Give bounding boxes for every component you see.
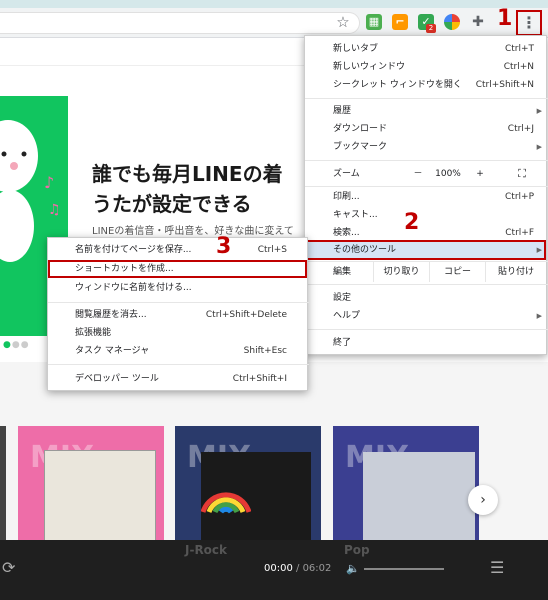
paste-button[interactable]: 貼り付け bbox=[485, 262, 546, 282]
menu-item-history[interactable]: 履歴 ▶ bbox=[305, 102, 548, 120]
banner-subtext: LINEの着信音・呼出音を、好きな曲に変えて bbox=[92, 226, 294, 237]
fullscreen-icon[interactable]: ⛶ bbox=[511, 164, 533, 184]
puzzle-icon[interactable]: ✚ bbox=[470, 14, 486, 30]
vertical-dots-icon[interactable]: ⋮ bbox=[516, 10, 542, 36]
submenu-item-developer-tools[interactable]: デベロッパー ツール Ctrl+Shift+I bbox=[48, 370, 309, 388]
submenu-item-name-window[interactable]: ウィンドウに名前を付ける... bbox=[48, 279, 309, 297]
extension-icon-1[interactable]: ▦ bbox=[366, 14, 382, 30]
banner-headline-2: うたが設定できる bbox=[92, 192, 252, 216]
submenu-item-save-page[interactable]: 名前を付けてページを保存... Ctrl+S bbox=[48, 241, 309, 259]
cut-button[interactable]: 切り取り bbox=[373, 262, 429, 282]
edit-row: 編集 切り取り コピー 貼り付け bbox=[305, 262, 548, 282]
time-total: / 06:02 bbox=[296, 563, 332, 574]
playlist-card-2[interactable]: MIX bbox=[175, 426, 321, 542]
svg-text:♪: ♪ bbox=[44, 173, 54, 192]
submenu-item-extensions[interactable]: 拡張機能 bbox=[48, 324, 309, 342]
menu-item-settings[interactable]: 設定 bbox=[305, 289, 548, 307]
extension-badge: 2 bbox=[426, 24, 436, 33]
step-label-2: 2 bbox=[404, 210, 420, 235]
window-top-strip bbox=[0, 0, 548, 8]
volume-slider[interactable] bbox=[364, 568, 444, 570]
menu-item-help[interactable]: ヘルプ ▶ bbox=[305, 307, 548, 325]
zoom-out-button[interactable]: － bbox=[403, 164, 433, 184]
playlist-card-3[interactable]: MIX bbox=[333, 426, 479, 542]
page-header-strip bbox=[0, 38, 304, 66]
menu-item-incognito[interactable]: シークレット ウィンドウを開く Ctrl+Shift+N bbox=[305, 76, 548, 94]
album-art bbox=[201, 452, 311, 542]
chevron-right-icon[interactable]: › bbox=[468, 485, 498, 515]
repeat-icon[interactable]: ⟳ bbox=[2, 558, 15, 577]
extension-icon-4[interactable] bbox=[444, 14, 460, 30]
album-art bbox=[44, 450, 156, 542]
edit-label: 編集 bbox=[333, 267, 352, 277]
album-art bbox=[363, 452, 475, 542]
menu-item-more-tools[interactable]: その他のツール ▶ bbox=[305, 241, 548, 259]
submenu-item-clear-browsing-data[interactable]: 閲覧履歴を消去... Ctrl+Shift+Delete bbox=[48, 306, 309, 324]
carousel-dots[interactable]: ●●● bbox=[3, 340, 30, 350]
extension-icon-2[interactable]: ⌐ bbox=[392, 14, 408, 30]
address-bar[interactable] bbox=[0, 12, 360, 34]
chrome-main-menu: 新しいタブ Ctrl+T 新しいウィンドウ Ctrl+N シークレット ウィンドウを… bbox=[304, 35, 548, 355]
card-title-1: J-Rock bbox=[185, 543, 228, 557]
zoom-row: ズーム － 100% + ⛶ bbox=[305, 164, 548, 184]
time-current: 00:00 bbox=[264, 563, 293, 574]
more-tools-submenu: 名前を付けてページを保存... Ctrl+S ショートカットを作成... ウィンド… bbox=[47, 237, 309, 391]
menu-item-new-tab[interactable]: 新しいタブ Ctrl+T bbox=[305, 40, 548, 58]
banner-headline-1: 誰でも毎月LINEの着 bbox=[92, 162, 283, 186]
menu-item-new-window[interactable]: 新しいウィンドウ Ctrl+N bbox=[305, 58, 548, 76]
menu-item-downloads[interactable]: ダウンロード Ctrl+J bbox=[305, 120, 548, 138]
volume-icon[interactable]: 🔈 bbox=[346, 562, 360, 575]
menu-item-exit[interactable]: 終了 bbox=[305, 334, 548, 352]
zoom-level: 100% bbox=[435, 169, 461, 179]
submenu-item-create-shortcut[interactable]: ショートカットを作成... bbox=[48, 260, 309, 278]
menu-item-bookmarks[interactable]: ブックマーク ▶ bbox=[305, 138, 548, 156]
step-label-3: 3 bbox=[216, 234, 232, 259]
submenu-item-task-manager[interactable]: タスク マネージャ Shift+Esc bbox=[48, 342, 309, 360]
playback-time: 00:00 / 06:02 bbox=[264, 563, 331, 574]
card-partial[interactable] bbox=[0, 426, 6, 542]
zoom-label: ズーム bbox=[333, 169, 360, 179]
menu-item-print[interactable]: 印刷... Ctrl+P bbox=[305, 188, 548, 206]
zoom-in-button[interactable]: + bbox=[465, 164, 495, 184]
copy-button[interactable]: コピー bbox=[429, 262, 485, 282]
playlist-card-1[interactable]: MIX bbox=[18, 426, 164, 542]
step-label-1: 1 bbox=[497, 6, 513, 31]
queue-icon[interactable]: ☰ bbox=[490, 558, 504, 577]
card-title-2: Pop bbox=[344, 543, 370, 557]
star-icon[interactable]: ☆ bbox=[334, 13, 352, 31]
svg-text:♫: ♫ bbox=[48, 202, 61, 218]
menu-item-cast[interactable]: キャスト... bbox=[305, 206, 548, 224]
